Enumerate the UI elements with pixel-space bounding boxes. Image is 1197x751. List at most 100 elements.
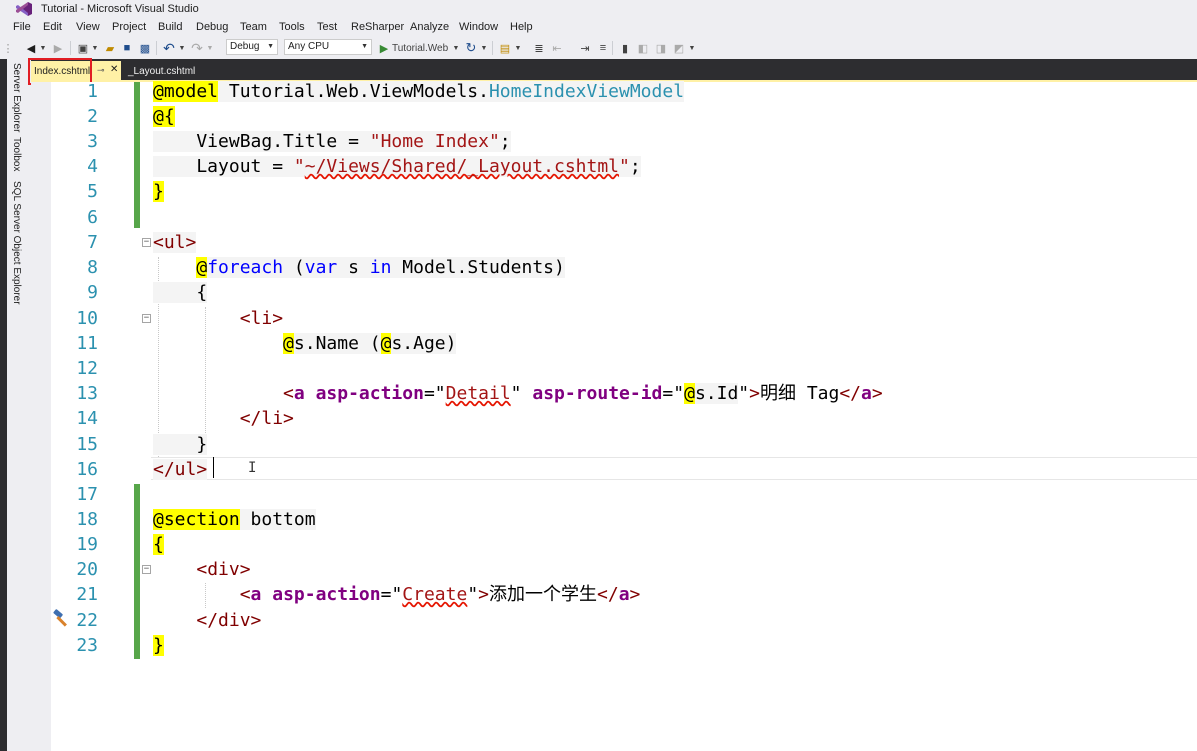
run-dropdown-icon[interactable]: ▼	[452, 40, 460, 56]
code-line: ViewBag.Title = "Home Index";	[153, 129, 511, 154]
open-file-icon[interactable]: ▰	[103, 40, 117, 56]
code-token: ="	[380, 584, 403, 605]
code-token: Layout =	[153, 156, 294, 177]
code-token: ="	[423, 383, 446, 404]
line-number: 19	[76, 534, 98, 555]
menu-team[interactable]: Team	[240, 21, 267, 33]
menu-debug[interactable]: Debug	[196, 21, 228, 33]
html-tag: </	[839, 383, 862, 404]
forward-icon[interactable]: ▶	[51, 40, 65, 56]
html-tag-name: a	[293, 383, 305, 404]
hammer-icon[interactable]	[52, 608, 72, 628]
undo-dropdown-icon[interactable]: ▼	[178, 40, 186, 56]
collapse-icon[interactable]: −	[142, 314, 151, 323]
razor-code-block-close: }	[153, 635, 164, 656]
line-number: 8	[87, 257, 98, 278]
new-project-icon[interactable]: ▣	[76, 40, 90, 56]
outdent-icon[interactable]: ⇥	[578, 40, 592, 56]
html-tag: <	[283, 383, 294, 404]
back-icon[interactable]: ◀	[24, 40, 38, 56]
previous-bookmark-icon[interactable]: ◧	[636, 40, 650, 56]
collapse-icon[interactable]: −	[142, 238, 151, 247]
string-literal: Create	[402, 584, 468, 605]
start-debugging-icon[interactable]: ▶	[378, 40, 390, 56]
html-tag: >	[871, 383, 883, 404]
document-tab-bar: Index.cshtml ⊸ ✕ _Layout.cshtml	[31, 59, 1197, 80]
clear-bookmarks-icon[interactable]: ◩	[672, 40, 686, 56]
code-line: @model Tutorial.Web.ViewModels.HomeIndex…	[153, 79, 685, 104]
sidebar-item-sql-server-object-explorer[interactable]: SQL Server Object Explorer	[11, 181, 22, 305]
code-token: Model.Students)	[391, 257, 565, 278]
solution-platform-select[interactable]: Any CPU ▼	[284, 39, 372, 55]
comment-icon[interactable]: ≡	[596, 40, 610, 56]
menu-view[interactable]: View	[76, 21, 100, 33]
razor-code-block-open: @{	[153, 106, 175, 127]
tab-layout-cshtml[interactable]: _Layout.cshtml	[121, 61, 231, 80]
line-number: 23	[76, 635, 98, 656]
standard-toolbar: ⋮ ◀ ▼ ▶ ▣ ▼ ▰ ■ ▩ ↶ ▼ ↷ ▼ Debug ▼ Any CP…	[0, 37, 1197, 59]
code-line: }	[153, 432, 208, 457]
menu-edit[interactable]: Edit	[43, 21, 62, 33]
pin-icon[interactable]: ⊸	[97, 65, 105, 76]
html-tag: </ul>	[153, 459, 208, 480]
change-marker	[134, 509, 140, 659]
collapse-icon[interactable]: −	[142, 565, 151, 574]
new-dropdown-icon[interactable]: ▼	[91, 40, 99, 56]
menu-resharper[interactable]: ReSharper	[351, 21, 404, 33]
menu-file[interactable]: File	[13, 21, 31, 33]
toolbar-separator	[492, 41, 493, 55]
menu-tools[interactable]: Tools	[279, 21, 305, 33]
string-literal: "Home Index"	[369, 131, 500, 152]
save-all-icon[interactable]: ▩	[138, 40, 152, 56]
save-icon[interactable]: ■	[120, 40, 134, 56]
redo-dropdown-icon[interactable]: ▼	[206, 40, 214, 56]
bookmark-icon[interactable]: ▮	[618, 40, 632, 56]
line-number: 3	[87, 131, 98, 152]
razor-code-block-open: {	[153, 534, 164, 555]
chevron-down-icon: ▼	[361, 43, 368, 50]
code-token: bottom	[239, 509, 316, 530]
razor-at: @	[196, 257, 208, 278]
solution-explorer-icon[interactable]: ≣	[532, 40, 546, 56]
next-bookmark-icon[interactable]: ◨	[654, 40, 668, 56]
html-tag: </li>	[239, 408, 294, 429]
start-debugging-button[interactable]: Tutorial.Web	[392, 40, 458, 56]
menu-analyze[interactable]: Analyze	[410, 21, 449, 33]
html-tag: <div>	[196, 559, 251, 580]
close-icon[interactable]: ✕	[110, 64, 118, 75]
keyword: foreach	[207, 257, 284, 278]
refresh-browser-icon[interactable]: ↻	[464, 40, 478, 56]
indent-icon[interactable]: ⇤	[550, 40, 564, 56]
menu-test[interactable]: Test	[317, 21, 337, 33]
string-literal: Detail	[445, 383, 511, 404]
menu-bar: File Edit View Project Build Debug Team …	[0, 19, 1197, 37]
refresh-dropdown-icon[interactable]: ▼	[480, 40, 488, 56]
find-in-files-icon[interactable]: ▤	[498, 40, 512, 56]
solution-configuration-select[interactable]: Debug ▼	[226, 39, 278, 55]
undo-icon[interactable]: ↶	[162, 40, 176, 56]
indicator-margin	[31, 82, 51, 751]
sidebar-item-toolbox[interactable]: Toolbox	[11, 137, 22, 171]
code-token: }	[153, 434, 208, 455]
sidebar-item-server-explorer[interactable]: Server Explorer	[11, 63, 22, 132]
back-dropdown-icon[interactable]: ▼	[39, 40, 47, 56]
tag-helper-attribute: asp-action	[304, 383, 424, 404]
toolbar-overflow-icon[interactable]: ▼	[688, 40, 696, 56]
menu-build[interactable]: Build	[158, 21, 182, 33]
line-number: 11	[76, 333, 98, 354]
menu-project[interactable]: Project	[112, 21, 146, 33]
tag-helper-attribute: asp-route-id	[521, 383, 663, 404]
html-tag: <li>	[239, 308, 284, 329]
keyword: var	[304, 257, 338, 278]
line-number: 20	[76, 559, 98, 580]
menu-window[interactable]: Window	[459, 21, 498, 33]
code-line: {	[153, 280, 208, 305]
line-number: 16	[76, 459, 98, 480]
tool-window-sidebar: Server Explorer Toolbox SQL Server Objec…	[0, 59, 31, 751]
code-token: "	[467, 584, 479, 605]
menu-help[interactable]: Help	[510, 21, 533, 33]
find-dropdown-icon[interactable]: ▼	[514, 40, 522, 56]
redo-icon[interactable]: ↷	[190, 40, 204, 56]
